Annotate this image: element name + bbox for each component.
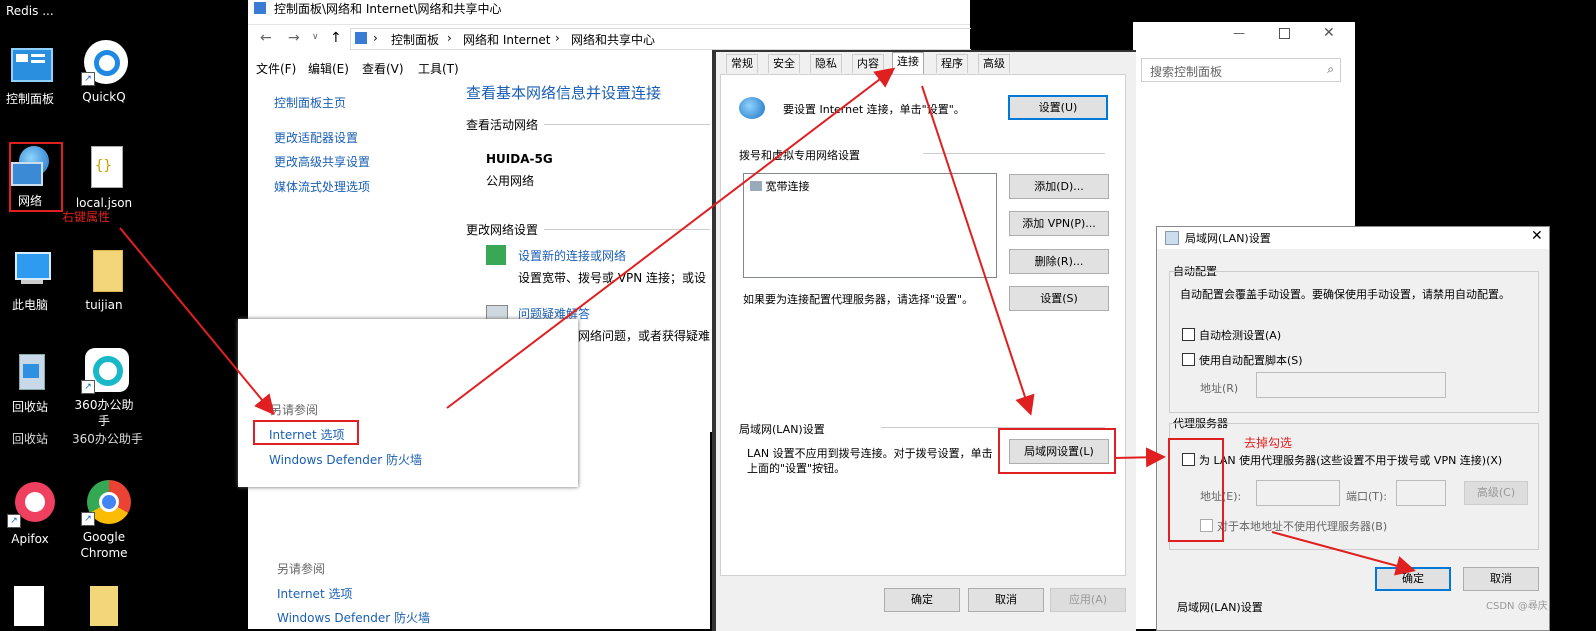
arrow-to-lan-button — [921, 85, 1035, 416]
arrow-to-connections-tab — [446, 67, 896, 409]
annotation-arrows — [119, 67, 1416, 576]
arrow-to-ok-button — [1271, 531, 1416, 576]
arrow-to-see-also — [119, 227, 275, 416]
arrow-to-lan-dialog — [1113, 447, 1166, 468]
